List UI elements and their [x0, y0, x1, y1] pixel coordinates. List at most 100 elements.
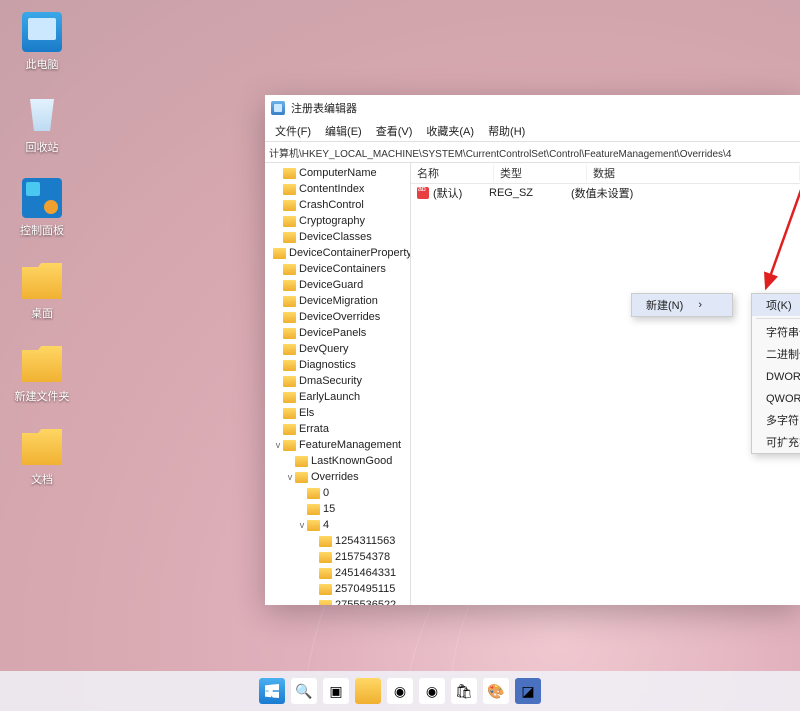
folder-icon — [307, 520, 320, 531]
tree-node[interactable]: 1254311563 — [265, 533, 410, 549]
taskbar-search-icon[interactable]: 🔍 — [291, 678, 317, 704]
tree-label: FeatureManagement — [299, 439, 401, 451]
col-type[interactable]: 类型 — [494, 165, 587, 181]
desktop-icon-folder3[interactable]: 文档 — [12, 427, 72, 487]
taskbar-task-icon[interactable]: ▣ — [323, 678, 349, 704]
tree-node[interactable]: ContentIndex — [265, 181, 410, 197]
folder3-icon — [22, 427, 62, 467]
tree-node[interactable]: DeviceContainerPropertyUpda — [265, 245, 410, 261]
tree-node[interactable]: 215754378 — [265, 549, 410, 565]
tree-node[interactable]: 15 — [265, 501, 410, 517]
tree-label: 0 — [323, 487, 329, 499]
menu-item[interactable]: 查看(V) — [370, 121, 419, 141]
value-row[interactable]: (默认) REG_SZ (数值未设置) — [411, 184, 800, 202]
value-name: (默认) — [433, 185, 489, 201]
tree-node[interactable]: 2755536522 — [265, 597, 410, 605]
menu-item[interactable]: 文件(F) — [269, 121, 317, 141]
tree-node[interactable]: LastKnownGood — [265, 453, 410, 469]
chevron-icon: v — [285, 472, 295, 482]
taskbar-win-icon[interactable] — [259, 678, 285, 704]
submenu-item[interactable]: 字符串值(S) — [752, 321, 800, 343]
desktop-icon-folder2[interactable]: 新建文件夹 — [12, 344, 72, 404]
folder-icon — [283, 184, 296, 195]
taskbar-chrome-icon[interactable]: ◉ — [387, 678, 413, 704]
col-data[interactable]: 数据 — [587, 165, 800, 181]
window-body: ComputerName ContentIndex CrashControl Cryp… — [265, 163, 800, 605]
tree-node[interactable]: 0 — [265, 485, 410, 501]
submenu-item[interactable]: DWORD (32 位)值(D) — [752, 365, 800, 387]
tree-node[interactable]: DmaSecurity — [265, 373, 410, 389]
taskbar-store-icon[interactable]: 🛍 — [451, 678, 477, 704]
tree-node[interactable]: v4 — [265, 517, 410, 533]
tree-node[interactable]: vFeatureManagement — [265, 437, 410, 453]
tree-node[interactable]: EarlyLaunch — [265, 389, 410, 405]
desktop-icon-folder1[interactable]: 桌面 — [12, 261, 72, 321]
taskbar-app-icon[interactable]: ◪ — [515, 678, 541, 704]
icon-label: 此电脑 — [12, 56, 72, 72]
address-bar[interactable]: 计算机\HKEY_LOCAL_MACHINE\SYSTEM\CurrentCon… — [265, 142, 800, 163]
tree-node[interactable]: DeviceClasses — [265, 229, 410, 245]
taskbar: 🔍▣◉◉🛍🎨◪ — [0, 671, 800, 711]
menu-new[interactable]: 新建(N) › — [632, 294, 732, 316]
tree-node[interactable]: DeviceOverrides — [265, 309, 410, 325]
tree-node[interactable]: DevQuery — [265, 341, 410, 357]
tree-label: DevicePanels — [299, 327, 366, 339]
titlebar[interactable]: 注册表编辑器 — [265, 95, 800, 121]
folder-icon — [295, 456, 308, 467]
taskbar-paint-icon[interactable]: 🎨 — [483, 678, 509, 704]
value-list[interactable]: 名称 类型 数据 (默认) REG_SZ (数值未设置) 新建(N) › 项( — [411, 163, 800, 605]
desktop-icon-bin[interactable]: 回收站 — [12, 95, 72, 155]
tree-node[interactable]: DeviceContainers — [265, 261, 410, 277]
tree-label: DeviceGuard — [299, 279, 363, 291]
folder-icon — [283, 344, 296, 355]
submenu-item[interactable]: 多字符串值(M) — [752, 409, 800, 431]
tree-node[interactable]: 2570495115 — [265, 581, 410, 597]
tree-node[interactable]: Errata — [265, 421, 410, 437]
tree-label: 215754378 — [335, 551, 390, 563]
context-submenu: 项(K) 字符串值(S)二进制值(B)DWORD (32 位)值(D)QWORD … — [751, 293, 800, 454]
tree-label: DeviceOverrides — [299, 311, 380, 323]
taskbar-explorer-icon[interactable] — [355, 678, 381, 704]
menu-item[interactable]: 编辑(E) — [319, 121, 368, 141]
tree-label: Cryptography — [299, 215, 365, 227]
pc-icon — [22, 12, 62, 52]
desktop: 此电脑回收站控制面板桌面新建文件夹文档 注册表编辑器 文件(F)编辑(E)查看(… — [0, 0, 800, 711]
tree-node[interactable]: 2451464331 — [265, 565, 410, 581]
menu-item[interactable]: 帮助(H) — [482, 121, 531, 141]
submenu-item[interactable]: 二进制值(B) — [752, 343, 800, 365]
tree-node[interactable]: v Overrides — [265, 469, 410, 485]
tree-label: Diagnostics — [299, 359, 356, 371]
tree-node[interactable]: Diagnostics — [265, 357, 410, 373]
menu-item[interactable]: 收藏夹(A) — [420, 121, 480, 141]
folder-icon — [283, 408, 296, 419]
col-name[interactable]: 名称 — [411, 165, 494, 181]
tree-node[interactable]: Cryptography — [265, 213, 410, 229]
desktop-icon-panel[interactable]: 控制面板 — [12, 178, 72, 238]
taskbar-edge-icon[interactable]: ◉ — [419, 678, 445, 704]
tree-node[interactable]: ComputerName — [265, 165, 410, 181]
submenu-arrow-icon: › — [698, 299, 702, 311]
regedit-icon — [271, 101, 285, 115]
desktop-icon-pc[interactable]: 此电脑 — [12, 12, 72, 72]
tree-label: DmaSecurity — [299, 375, 362, 387]
submenu-item[interactable]: 项(K) — [752, 294, 800, 316]
submenu-item[interactable]: 可扩充字符串值(E) — [752, 431, 800, 453]
folder-icon — [283, 312, 296, 323]
tree-label: DeviceClasses — [299, 231, 372, 243]
folder-icon — [273, 248, 286, 259]
tree-label: ContentIndex — [299, 183, 364, 195]
registry-tree[interactable]: ComputerName ContentIndex CrashControl Cryp… — [265, 163, 411, 605]
tree-node[interactable]: DevicePanels — [265, 325, 410, 341]
regedit-window: 注册表编辑器 文件(F)编辑(E)查看(V)收藏夹(A)帮助(H) 计算机\HK… — [265, 95, 800, 605]
submenu-item[interactable]: QWORD (64 位)值(Q) — [752, 387, 800, 409]
icon-label: 回收站 — [12, 139, 72, 155]
icon-label: 新建文件夹 — [12, 388, 72, 404]
tree-node[interactable]: DeviceMigration — [265, 293, 410, 309]
tree-node[interactable]: CrashControl — [265, 197, 410, 213]
folder-icon — [283, 376, 296, 387]
tree-node[interactable]: Els — [265, 405, 410, 421]
tree-label: Overrides — [311, 471, 359, 483]
tree-label: DeviceMigration — [299, 295, 378, 307]
panel-icon — [22, 178, 62, 218]
tree-node[interactable]: DeviceGuard — [265, 277, 410, 293]
